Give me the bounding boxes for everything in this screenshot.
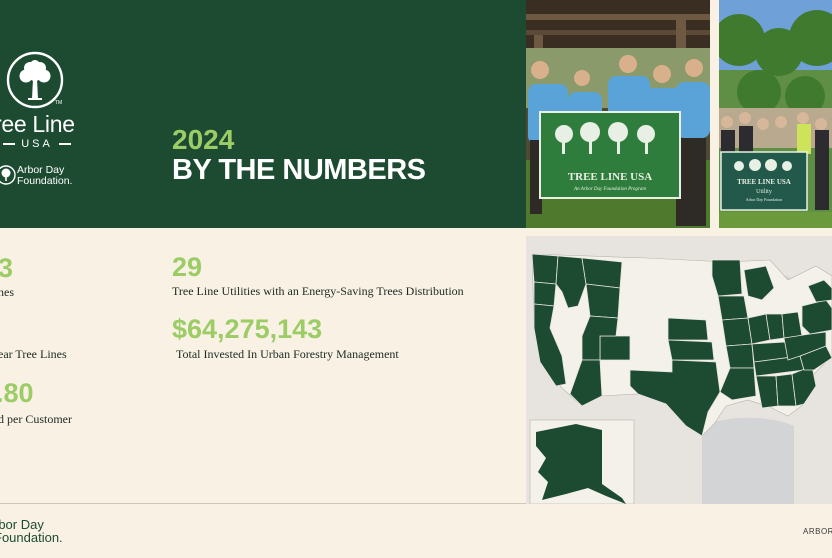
stat-utilities-value: 29 <box>172 252 203 282</box>
logo-usa: USA <box>21 138 53 150</box>
trademark: TM <box>55 100 63 106</box>
rule-right <box>58 143 71 145</box>
stat-left-3-value: .80 <box>0 378 34 408</box>
partner-logo-text: Arbor Day Foundation. <box>17 164 73 187</box>
stat-left-2-label: ear Tree Lines <box>0 347 67 361</box>
footer-logo: rbor Day Foundation. <box>0 517 63 545</box>
us-map <box>526 236 832 504</box>
utility-banner-line3: Arbor Day Foundation <box>746 197 782 202</box>
stat-left-1-label: nes <box>0 285 14 299</box>
volunteer-photo: TREE LINE USA An Arbor Day Foundation Pr… <box>526 0 710 228</box>
logo-usa-row: USA <box>2 137 72 151</box>
logo-name: ree Line <box>0 111 75 137</box>
rule-left <box>3 143 16 145</box>
stat-invested-value: $64,275,143 <box>172 314 323 344</box>
utility-group-photo: TREE LINE USA Utility Arbor Day Foundati… <box>719 0 832 228</box>
bottom-divider <box>0 503 526 504</box>
banner-subtitle: An Arbor Day Foundation Program <box>573 187 646 192</box>
stat-utilities-label: Tree Line Utilities with an Energy-Savin… <box>172 284 464 298</box>
banner-title: TREE LINE USA <box>568 171 652 183</box>
report-year: 2024 <box>172 124 235 155</box>
footer-right-text: ARBOR <box>803 527 832 536</box>
stat-invested-label: Total Invested In Urban Forestry Managem… <box>176 347 399 361</box>
page-title: BY THE NUMBERS <box>172 154 426 186</box>
stat-left-1-value: 3 <box>0 253 14 283</box>
stat-left-3-label: d per Customer <box>0 412 72 426</box>
arbor-day-tree-icon <box>0 165 16 185</box>
utility-banner-title: TREE LINE USA <box>737 178 791 186</box>
utility-banner-line2: Utility <box>756 189 772 195</box>
